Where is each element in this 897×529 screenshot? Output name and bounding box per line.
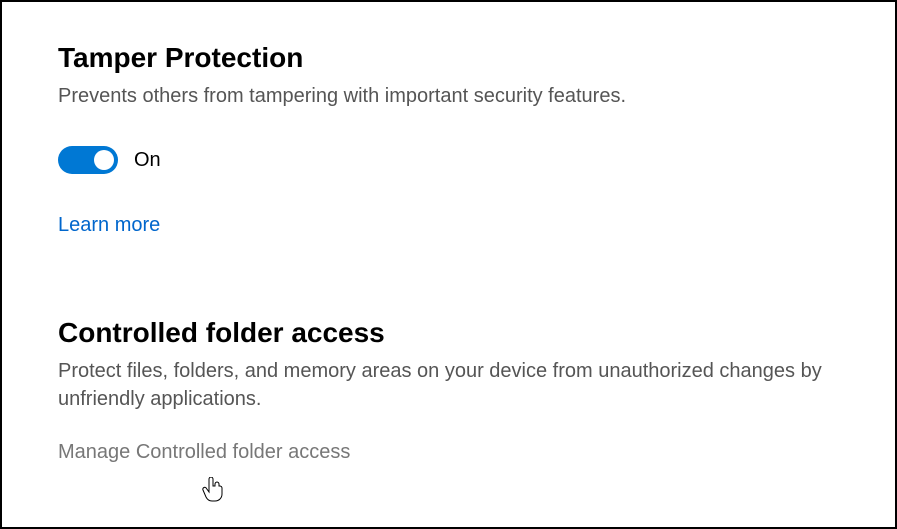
tamper-protection-description: Prevents others from tampering with impo… [58,82,839,110]
tamper-protection-toggle-row: On [58,146,839,174]
cursor-hand-icon [202,477,224,503]
controlled-folder-access-description: Protect files, folders, and memory areas… [58,357,839,413]
controlled-folder-access-section: Controlled folder access Protect files, … [58,317,839,464]
tamper-protection-section: Tamper Protection Prevents others from t… [58,42,839,237]
tamper-protection-toggle[interactable] [58,146,118,174]
controlled-folder-access-title: Controlled folder access [58,317,839,349]
toggle-knob [94,150,114,170]
manage-controlled-folder-access-link[interactable]: Manage Controlled folder access [58,441,350,464]
learn-more-link[interactable]: Learn more [58,214,160,237]
tamper-protection-title: Tamper Protection [58,42,839,74]
tamper-protection-toggle-label: On [134,149,161,172]
